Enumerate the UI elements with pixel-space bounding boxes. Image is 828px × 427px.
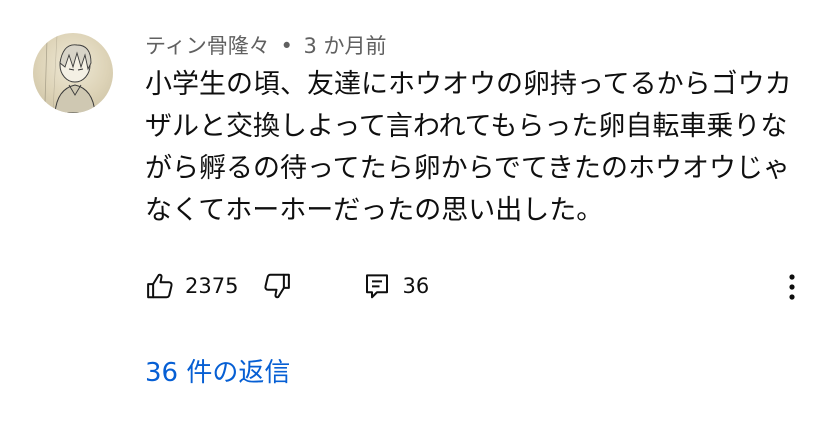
avatar-illustration [44,34,96,113]
comment-meta: ティン骨隆々 • 3 か月前 [145,30,387,60]
reply-group: 36 [362,271,429,301]
like-count: 2375 [185,274,239,298]
thumbs-down-icon[interactable] [262,271,292,301]
comment-thread: ティン骨隆々 • 3 か月前 小学生の頃、友達にホウオウの卵持ってるからゴウカザ… [0,0,828,427]
meta-separator: • [280,34,293,58]
reply-count: 36 [402,274,430,298]
like-group: 2375 [145,271,238,301]
author-name[interactable]: ティン骨隆々 [145,34,270,58]
comment-text: 小学生の頃、友達にホウオウの卵持ってるからゴウカザルと交換しよって言われてもらっ… [145,69,792,226]
view-replies-link[interactable]: 36 件の返信 [145,352,290,389]
more-vert-icon[interactable] [778,270,806,304]
thumbs-up-icon[interactable] [145,271,175,301]
comment-icon[interactable] [362,271,392,301]
comment-timestamp[interactable]: 3 か月前 [304,34,387,58]
avatar[interactable] [33,33,113,113]
comment-action-bar: 2375 36 [145,268,429,304]
